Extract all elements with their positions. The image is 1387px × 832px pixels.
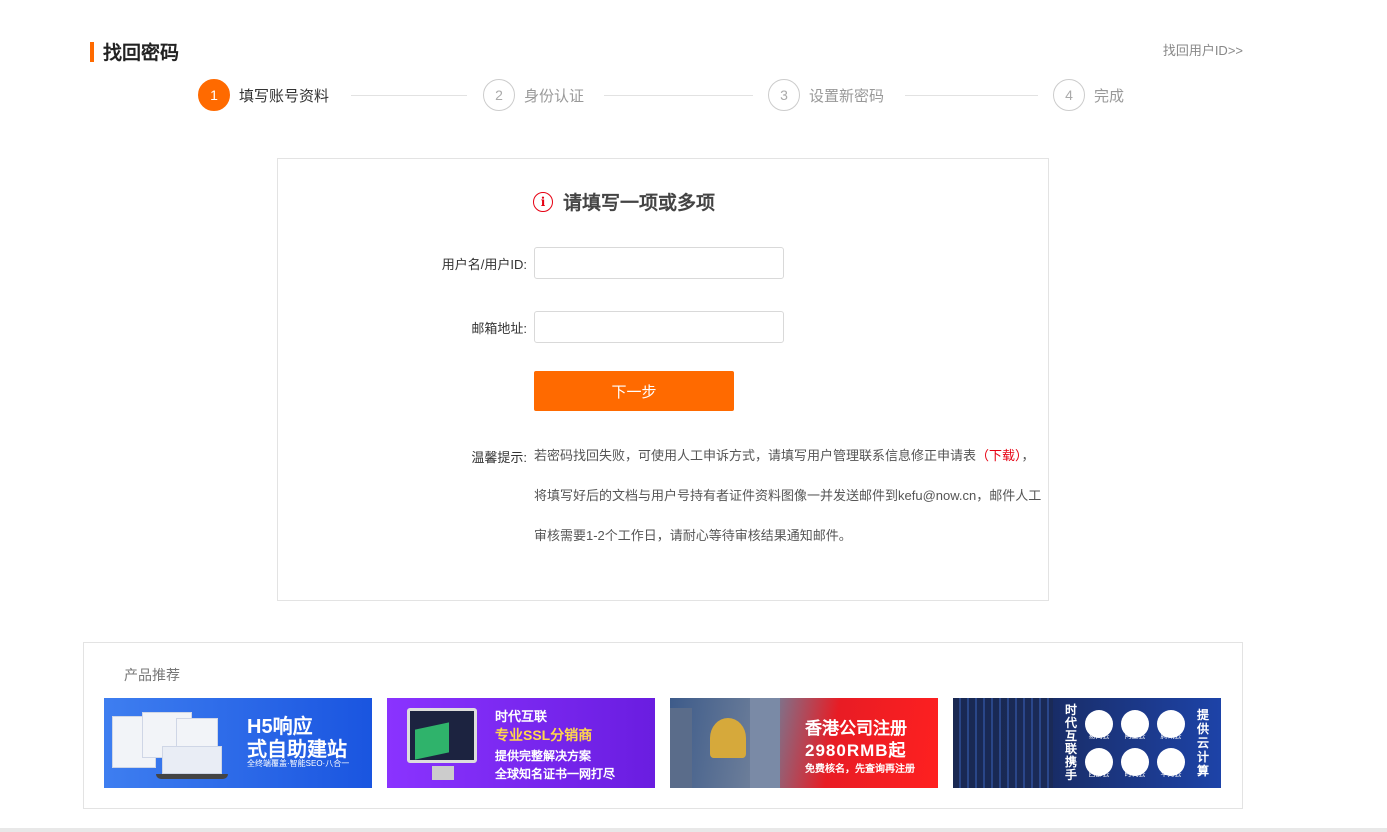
banner-line1: 时代互联 [495,709,548,724]
step-label: 设置新密码 [809,87,885,105]
step-label: 身份认证 [524,87,585,105]
banner-line4: 全球知名证书一网打尽 [495,767,616,781]
warning-text: 请填写一项或多项 [563,193,716,214]
banner-right-vertical-text: 提供云计算 [1197,708,1210,778]
tip-label: 温馨提示: [471,450,527,465]
products-title: 产品推荐 [124,667,180,683]
email-input[interactable] [534,311,784,343]
cloud-provider-icons: 易网云 阿里云 腾讯云 西部云 时代云 华为云 [1085,708,1185,780]
step-label: 填写账号资料 [239,87,330,105]
form-warning: i 请填写一项或多项 [533,188,715,215]
step-1: 1 填写账号资料 [198,79,329,111]
step-number: 1 [198,79,230,111]
page-title: 找回密码 [103,43,180,64]
banner-hk-company-registration[interactable]: 香港公司注册 2980RMB起 免费核名，先查询再注册 [670,698,938,788]
email-row: 邮箱地址: [278,311,784,343]
tip-text: 若密码找回失败，可使用人工申诉方式，请填写用户管理联系信息修正申请表（下载），将… [534,436,1046,556]
page-bottom-border [0,828,1387,832]
account-info-form: i 请填写一项或多项 用户名/用户ID: 邮箱地址: 下一步 温馨提示: 若密码… [277,158,1049,601]
title-accent-mark [90,41,94,62]
bauhinia-statue-image [710,718,746,758]
product-recommendations: 产品推荐 H5响应 式自助建站 全终端覆盖·智能SEO·八合一 时代互联 专业S… [83,642,1243,809]
username-label: 用户名/用户ID: [441,256,527,272]
progress-steps: 1 填写账号资料 2 身份认证 3 设置新密码 4 完成 [198,79,1138,111]
banner-line3: 提供完整解决方案 [495,749,592,763]
banner-line3: 免费核名，先查询再注册 [805,764,915,775]
find-user-id-link[interactable]: 找回用户ID>> [1163,40,1243,59]
server-room-image [953,698,1053,788]
banner-line2: 2980RMB起 [805,741,907,760]
username-input[interactable] [534,247,784,279]
banner-h5-site-builder[interactable]: H5响应 式自助建站 全终端覆盖·智能SEO·八合一 [104,698,372,788]
banner-line2: 专业SSL分销商 [495,727,593,743]
step-number: 3 [768,79,800,111]
banner-left-vertical-text: 时代互联携手 [1065,703,1078,782]
banner-cloud-partners[interactable]: 时代互联携手 易网云 阿里云 腾讯云 西部云 时代云 华为云 提供云计算 [953,698,1221,788]
next-step-button[interactable]: 下一步 [534,371,734,411]
step-connector [604,95,753,96]
step-4: 4 完成 [1053,79,1124,111]
page-title-bar: 找回密码 [90,38,179,65]
email-label: 邮箱地址: [471,320,527,336]
info-circle-icon: i [533,191,553,212]
device-mockup-image [112,712,242,780]
username-row: 用户名/用户ID: [278,247,784,279]
banner-sub: 全终端覆盖·智能SEO·八合一 [247,759,350,768]
step-label: 完成 [1094,87,1125,105]
step-connector [351,95,467,96]
monitor-stand [432,766,454,780]
step-connector [905,95,1038,96]
step-number: 4 [1053,79,1085,111]
download-form-link[interactable]: （下载） [976,448,1022,463]
step-2: 2 身份认证 [483,79,584,111]
step-3: 3 设置新密码 [768,79,884,111]
banner-ssl-reseller[interactable]: 时代互联 专业SSL分销商 提供完整解决方案 全球知名证书一网打尽 [387,698,655,788]
step-number: 2 [483,79,515,111]
tip-text-part1: 若密码找回失败，可使用人工申诉方式，请填写用户管理联系信息修正申请表 [534,448,977,463]
